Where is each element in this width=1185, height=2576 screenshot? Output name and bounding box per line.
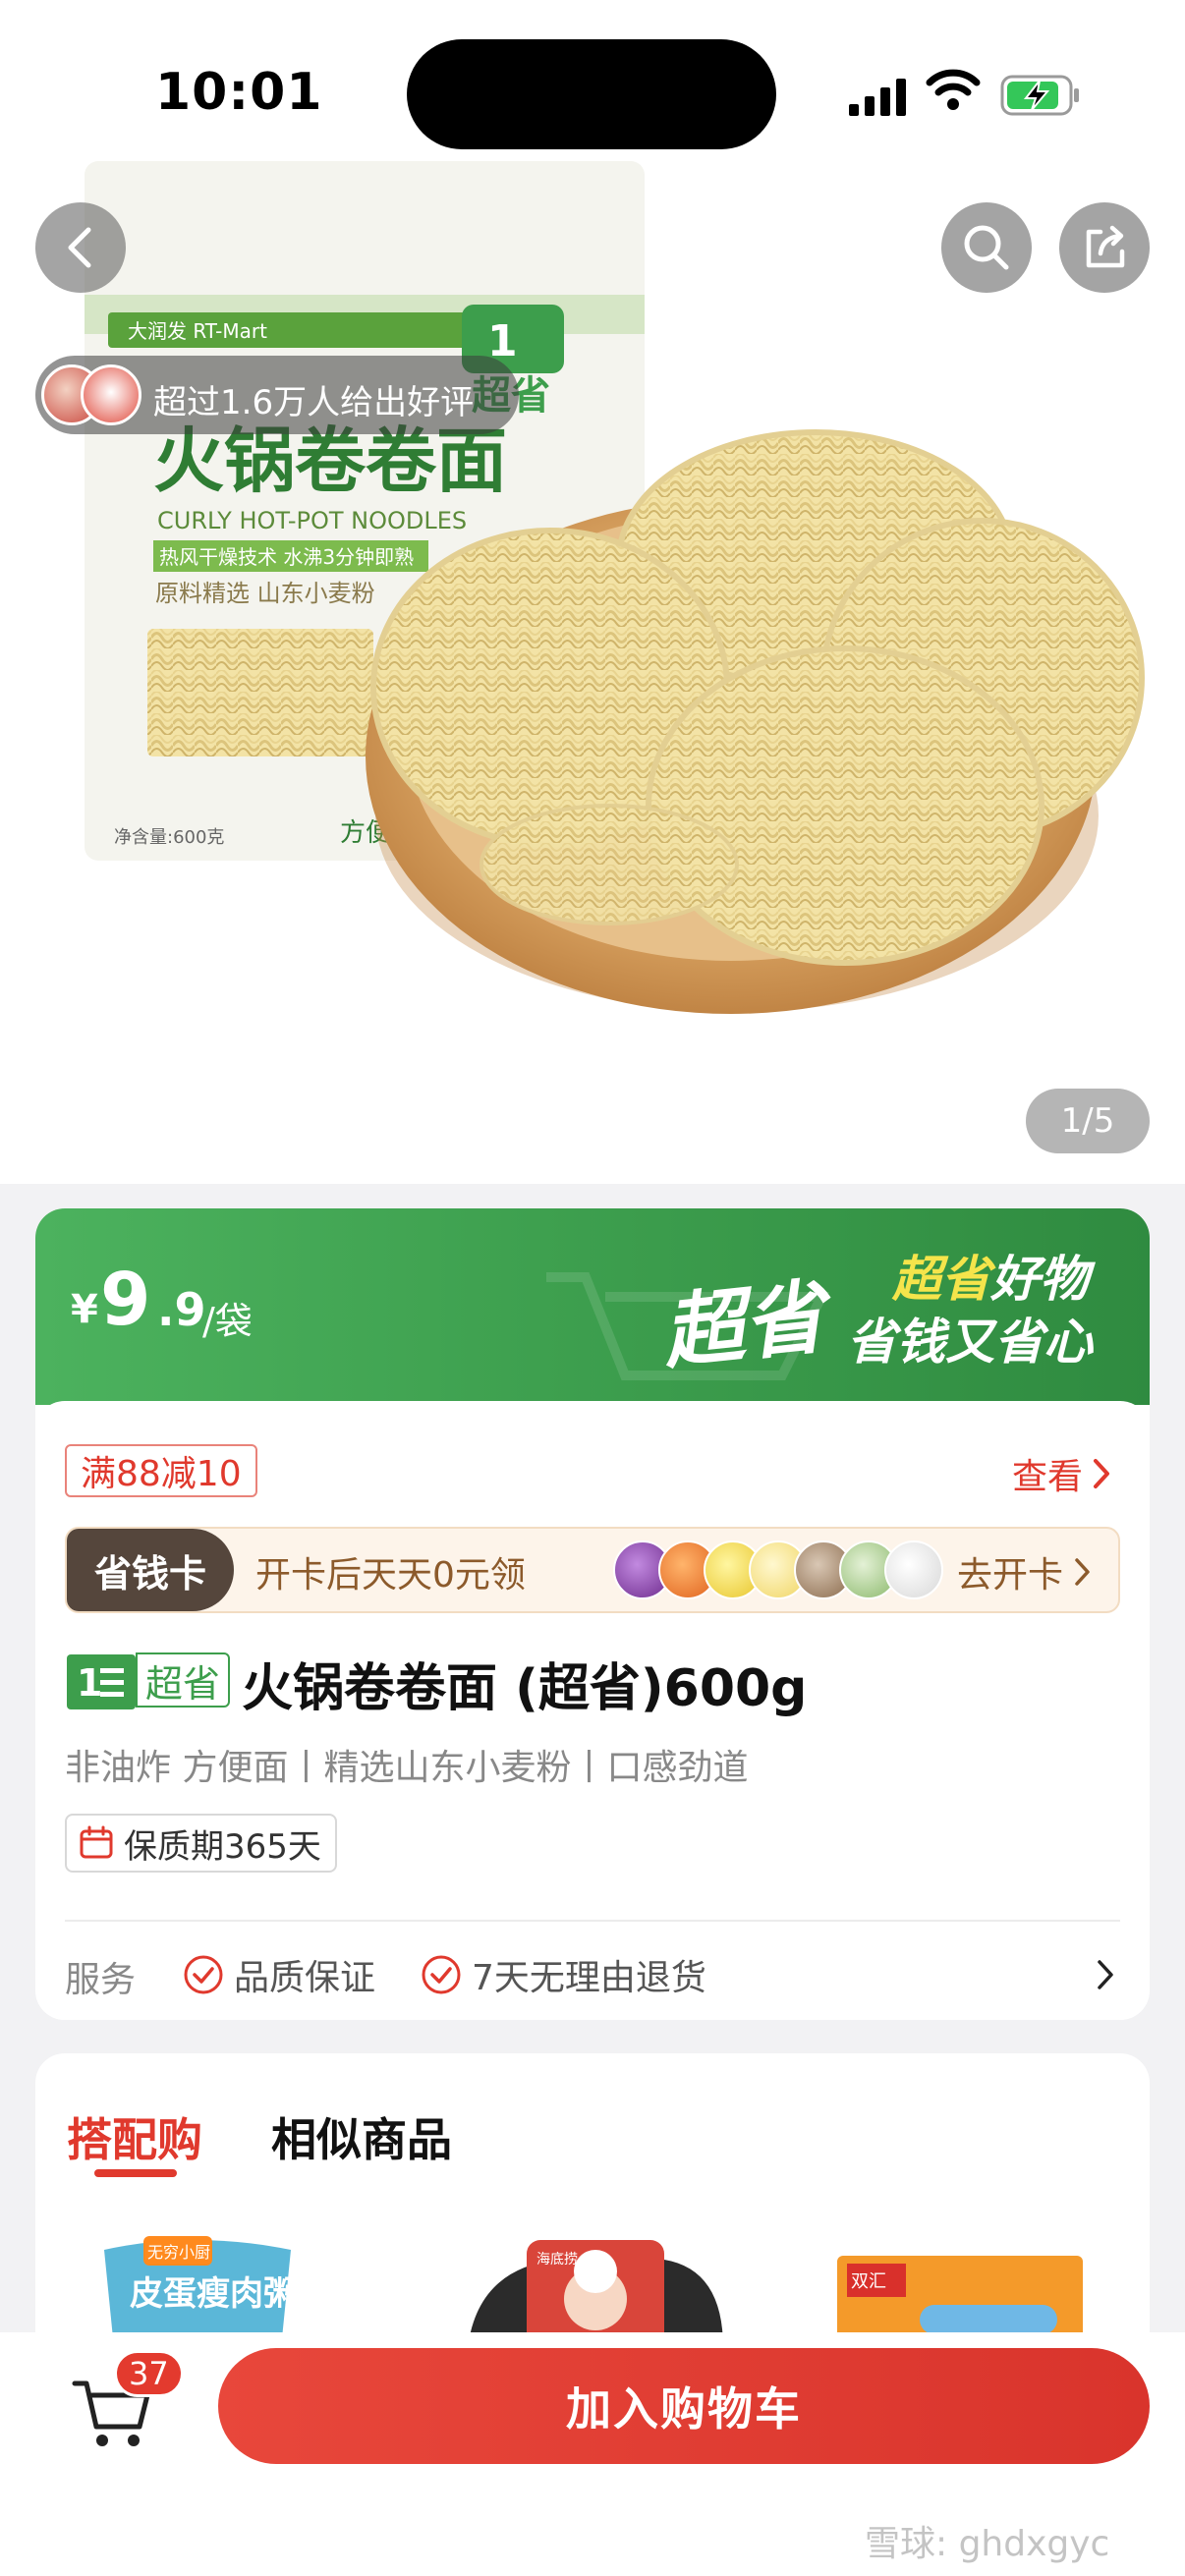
wifi-icon — [926, 69, 981, 110]
product-details: 满88减10 查看 省钱卡 开卡后天天0元领 去开卡 1 超省 火锅卷卷面 (超… — [35, 1401, 1150, 2020]
tab-bundle-buy[interactable]: 搭配购 — [67, 2104, 202, 2169]
price-decimal: .9 — [157, 1283, 206, 1336]
back-button[interactable] — [35, 202, 126, 293]
shelf-life-text: 保质期365天 — [124, 1826, 321, 1867]
service-return[interactable]: 7天无理由退货 — [421, 1949, 706, 2000]
savings-card-tag: 省钱卡 — [67, 1529, 234, 1611]
package-english: CURLY HOT-POT NOODLES — [157, 507, 467, 534]
view-coupon-link[interactable]: 查看 — [1012, 1448, 1112, 1499]
share-button[interactable] — [1059, 202, 1150, 293]
brand-badge: 超省 — [136, 1652, 231, 1708]
watermark-text: 雪球: ghdxgyc — [865, 2524, 1110, 2564]
product-info-card: ¥ 9 .9 /袋 超省 超省好物 省钱又省心 满88减10 查看 省钱卡 开卡… — [35, 1208, 1150, 2020]
shelf-life-tag: 保质期365天 — [65, 1814, 337, 1873]
chevron-right-icon — [1075, 1558, 1090, 1586]
item-name-text: 皮蛋瘦肉粥 — [130, 2274, 297, 2314]
product-photo: 大润发 RT-Mart 1 超省 火锅卷卷面 CURLY HOT-POT NOO… — [85, 161, 1145, 1014]
image-page-indicator: 1/5 — [1026, 1089, 1150, 1153]
service-label: 7天无理由退货 — [472, 1958, 706, 1998]
brand-script-logo: 超省 — [658, 1269, 829, 1381]
product-image-carousel[interactable]: 大润发 RT-Mart 1 超省 火锅卷卷面 CURLY HOT-POT NOO… — [0, 0, 1185, 1184]
price-banner: ¥ 9 .9 /袋 超省 超省好物 省钱又省心 — [35, 1208, 1150, 1405]
svg-text:1: 1 — [77, 1661, 102, 1705]
search-button[interactable] — [941, 202, 1032, 293]
open-card-label: 去开卡 — [957, 1555, 1064, 1596]
service-quality[interactable]: 品质保证 — [183, 1949, 375, 2000]
brand-logo-icon: 1 — [67, 1654, 136, 1709]
price-unit: /袋 — [202, 1300, 253, 1343]
calendar-icon — [80, 1825, 113, 1859]
tissue-icon — [884, 1540, 943, 1599]
item-brand-text: 无穷小厨 — [147, 2243, 210, 2262]
review-summary-pill[interactable]: 超过1.6万人给出好评 — [35, 356, 519, 434]
active-tab-indicator — [94, 2169, 177, 2177]
package-tagline: 热风干燥技术 水沸3分钟即熟 — [159, 545, 414, 569]
product-title: 火锅卷卷面 (超省)600g — [242, 1659, 808, 1718]
product-subtitle: 非油炸 方便面丨精选山东小麦粉丨口感劲道 — [65, 1748, 749, 1788]
package-net: 净含量:600克 — [114, 827, 224, 848]
review-summary-text: 超过1.6万人给出好评 — [153, 383, 475, 422]
battery-charging-icon — [1000, 75, 1079, 116]
service-label: 品质保证 — [234, 1958, 376, 1998]
savings-card-banner[interactable]: 省钱卡 开卡后天天0元领 去开卡 — [65, 1527, 1120, 1613]
view-coupon-label: 查看 — [1012, 1457, 1084, 1497]
price-integer: 9 — [100, 1258, 151, 1342]
reviewer-avatar — [81, 364, 141, 425]
chevron-left-icon — [68, 227, 91, 268]
divider — [65, 1920, 1120, 1922]
package-brand-text: 大润发 RT-Mart — [128, 319, 267, 343]
item-brand-text: 双汇 — [851, 2271, 886, 2292]
recommended-items-strip[interactable]: 无穷小厨 皮蛋瘦肉粥 海底捞 双汇 — [35, 2230, 1150, 2348]
package-seal: 原料精选 山东小麦粉 — [155, 580, 375, 607]
item-brand-text: 海底捞 — [536, 2252, 578, 2268]
chevron-right-icon — [1094, 1459, 1110, 1488]
banner-slogan-line2: 省钱又省心 — [847, 1314, 1093, 1371]
services-label: 服务 — [65, 1960, 137, 2000]
cart-count-badge: 37 — [114, 2350, 184, 2397]
price-currency: ¥ — [71, 1287, 98, 1332]
add-to-cart-button[interactable]: 加入购物车 — [218, 2348, 1150, 2464]
tab-similar-products[interactable]: 相似商品 — [271, 2104, 452, 2169]
cellular-signal-icon — [849, 79, 906, 116]
search-icon — [964, 225, 1009, 270]
recommended-item[interactable]: 无穷小厨 皮蛋瘦肉粥 — [104, 2236, 297, 2348]
dynamic-island — [407, 39, 776, 149]
open-card-link[interactable]: 去开卡 — [957, 1546, 1093, 1597]
banner-slogan-line1: 超省好物 — [892, 1251, 1089, 1308]
check-circle-icon — [422, 1955, 461, 1994]
chevron-right-icon[interactable] — [1095, 1957, 1116, 1992]
check-circle-icon — [184, 1955, 223, 1994]
share-icon — [1086, 225, 1125, 268]
coupon-tag[interactable]: 满88减10 — [65, 1444, 257, 1497]
status-time: 10:01 — [155, 63, 323, 122]
savings-card-description: 开卡后天天0元领 — [255, 1555, 526, 1596]
